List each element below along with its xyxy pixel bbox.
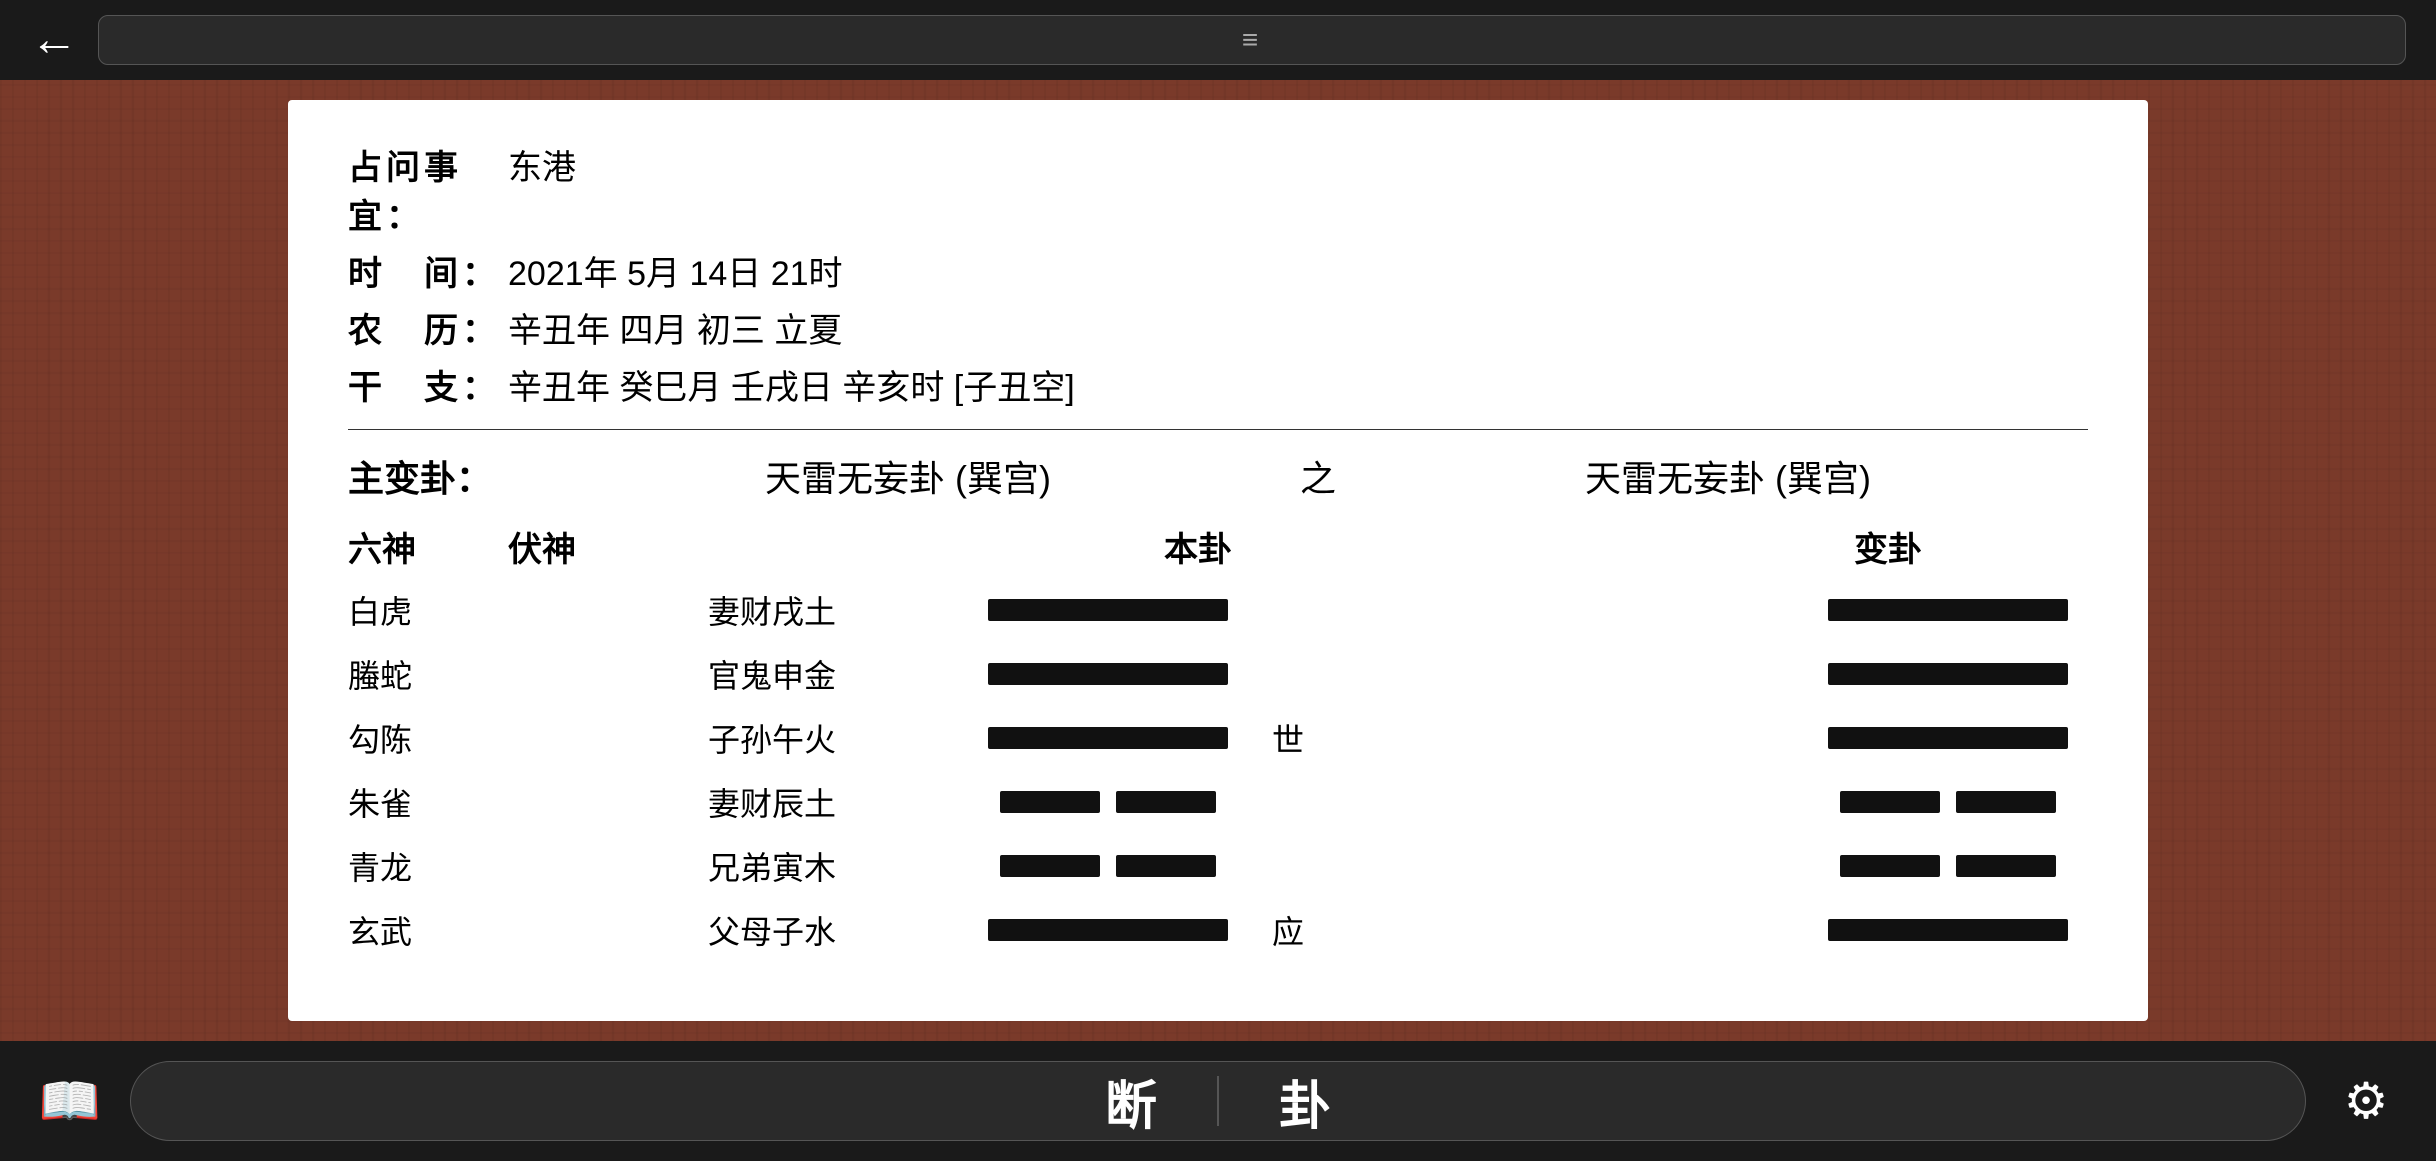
time-label: 时 间： bbox=[348, 246, 508, 295]
ganzhi-value: 辛丑年 癸巳月 壬戌日 辛亥时 [子丑空] bbox=[508, 360, 1075, 409]
top-bar: ← ≡ bbox=[0, 0, 2436, 80]
lunar-value: 辛丑年 四月 初三 立夏 bbox=[508, 303, 842, 352]
col-liushen-header: 六神 bbox=[348, 522, 508, 571]
col-biangua-header: 变卦 bbox=[1688, 522, 2088, 571]
yao-name-6: 父母子水 bbox=[708, 907, 968, 953]
broken-line bbox=[1840, 791, 2056, 813]
table-row: 勾陈 子孙午火 世 bbox=[348, 715, 2088, 761]
yao-lines-4 bbox=[968, 791, 1248, 813]
subject-value: 东港 bbox=[508, 140, 576, 189]
gua-button-text: 卦 bbox=[1279, 1064, 1331, 1139]
liushen-2: 螣蛇 bbox=[348, 651, 508, 697]
broken-line bbox=[1000, 791, 1216, 813]
lunar-row: 农 历： 辛丑年 四月 初三 立夏 bbox=[348, 303, 2088, 352]
solid-line bbox=[1828, 727, 2068, 749]
ganzhi-row: 干 支： 辛丑年 癸巳月 壬戌日 辛亥时 [子丑空] bbox=[348, 360, 2088, 409]
solid-line bbox=[1828, 663, 2068, 685]
duan-button-text: 断 bbox=[1105, 1064, 1157, 1139]
book-icon-glyph: 📖 bbox=[39, 1072, 101, 1131]
gua-header: 主变卦： 天雷无妄卦 (巽宫) 之 天雷无妄卦 (巽宫) bbox=[348, 450, 2088, 502]
table-row: 青龙 兄弟寅木 bbox=[348, 843, 2088, 889]
solid-line bbox=[988, 919, 1228, 941]
yao-name-3: 子孙午火 bbox=[708, 715, 968, 761]
biangua-name: 天雷无妄卦 (巽宫) bbox=[1368, 450, 2088, 502]
book-icon[interactable]: 📖 bbox=[30, 1061, 110, 1141]
yao-name-4: 妻财辰土 bbox=[708, 779, 968, 825]
bian-lines-1 bbox=[1808, 599, 2088, 621]
solid-line bbox=[1828, 599, 2068, 621]
yao-name-5: 兄弟寅木 bbox=[708, 843, 968, 889]
table-row: 螣蛇 官鬼申金 bbox=[348, 651, 2088, 697]
main-card: 占问事宜： 东港 时 间： 2021年 5月 14日 21时 农 历： 辛丑年 … bbox=[288, 100, 2148, 1021]
gua-main-label: 主变卦： bbox=[348, 450, 548, 502]
yao-lines-2 bbox=[968, 663, 1248, 685]
bian-lines-2 bbox=[1808, 663, 2088, 685]
gua-col-headers: 六神 伏神 本卦 变卦 bbox=[348, 522, 2088, 571]
bengua-name: 天雷无妄卦 (巽宫) bbox=[548, 450, 1268, 502]
yao-lines-6 bbox=[968, 919, 1248, 941]
liushen-5: 青龙 bbox=[348, 843, 508, 889]
marker-3: 世 bbox=[1248, 715, 1328, 761]
solid-line bbox=[988, 599, 1228, 621]
subject-label: 占问事宜： bbox=[348, 140, 508, 238]
solid-line bbox=[988, 727, 1228, 749]
ganzhi-label: 干 支： bbox=[348, 360, 508, 409]
zhi-label: 之 bbox=[1268, 450, 1368, 502]
info-section: 占问事宜： 东港 时 间： 2021年 5月 14日 21时 农 历： 辛丑年 … bbox=[348, 140, 2088, 409]
lunar-label: 农 历： bbox=[348, 303, 508, 352]
col-bengua-header: 本卦 bbox=[708, 522, 1688, 571]
solid-line bbox=[1828, 919, 2068, 941]
gua-table: 白虎 妻财戌土 螣蛇 官鬼申金 bbox=[348, 587, 2088, 953]
back-button[interactable]: ← bbox=[30, 16, 78, 64]
bian-lines-6 bbox=[1808, 919, 2088, 941]
yao-lines-3 bbox=[968, 727, 1248, 749]
main-content: 占问事宜： 东港 时 间： 2021年 5月 14日 21时 农 历： 辛丑年 … bbox=[0, 80, 2436, 1041]
yao-lines-1 bbox=[968, 599, 1248, 621]
bian-lines-3 bbox=[1808, 727, 2088, 749]
button-separator bbox=[1217, 1076, 1219, 1126]
table-row: 玄武 父母子水 应 bbox=[348, 907, 2088, 953]
yao-name-1: 妻财戌土 bbox=[708, 587, 968, 633]
bian-lines-4 bbox=[1808, 791, 2088, 813]
broken-line bbox=[1840, 855, 2056, 877]
subject-row: 占问事宜： 东港 bbox=[348, 140, 2088, 238]
broken-line bbox=[1000, 855, 1216, 877]
liushen-6: 玄武 bbox=[348, 907, 508, 953]
time-row: 时 间： 2021年 5月 14日 21时 bbox=[348, 246, 2088, 295]
liushen-3: 勾陈 bbox=[348, 715, 508, 761]
bottom-bar: 📖 断 卦 ⚙ bbox=[0, 1041, 2436, 1161]
bian-lines-5 bbox=[1808, 855, 2088, 877]
bottom-main-button[interactable]: 断 卦 bbox=[130, 1061, 2306, 1141]
top-search-bar[interactable]: ≡ bbox=[98, 15, 2406, 65]
divider bbox=[348, 429, 2088, 430]
table-row: 白虎 妻财戌土 bbox=[348, 587, 2088, 633]
liushen-1: 白虎 bbox=[348, 587, 508, 633]
gear-icon: ⚙ bbox=[2344, 1072, 2389, 1130]
marker-6: 应 bbox=[1248, 907, 1328, 953]
col-fushen-header: 伏神 bbox=[508, 522, 708, 571]
yao-name-2: 官鬼申金 bbox=[708, 651, 968, 697]
solid-line bbox=[988, 663, 1228, 685]
gear-button[interactable]: ⚙ bbox=[2326, 1061, 2406, 1141]
hamburger-icon: ≡ bbox=[1242, 24, 1262, 56]
time-value: 2021年 5月 14日 21时 bbox=[508, 246, 843, 295]
yao-lines-5 bbox=[968, 855, 1248, 877]
liushen-4: 朱雀 bbox=[348, 779, 508, 825]
table-row: 朱雀 妻财辰土 bbox=[348, 779, 2088, 825]
